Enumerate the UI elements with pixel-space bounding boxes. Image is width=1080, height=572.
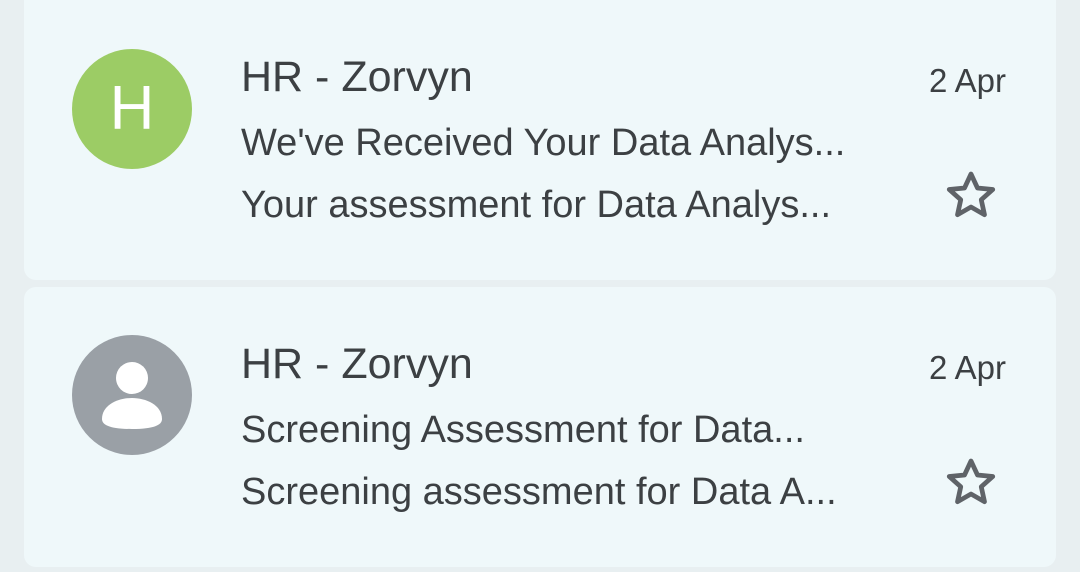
sender-avatar[interactable]: H	[72, 49, 192, 169]
email-item[interactable]: HR - Zorvyn 2 Apr Screening Assessment f…	[24, 287, 1056, 567]
star-outline-icon[interactable]	[941, 166, 1001, 226]
email-snippet: Screening assessment for Data A...	[241, 471, 837, 513]
email-snippet: Your assessment for Data Analys...	[241, 184, 832, 226]
person-icon	[102, 362, 162, 429]
email-date: 2 Apr	[928, 349, 1006, 386]
avatar-letter: H	[109, 74, 155, 143]
email-subject: Screening Assessment for Data...	[241, 409, 805, 451]
email-item[interactable]: H HR - Zorvyn 2 Apr We've Received Your …	[24, 0, 1056, 280]
email-sender: HR - Zorvyn	[241, 340, 473, 388]
email-date: 2 Apr	[928, 62, 1006, 99]
star-outline-icon[interactable]	[941, 453, 1001, 513]
email-sender: HR - Zorvyn	[241, 53, 473, 101]
email-subject: We've Received Your Data Analys...	[241, 122, 846, 164]
sender-avatar[interactable]	[72, 335, 192, 455]
email-list: H HR - Zorvyn 2 Apr We've Received Your …	[0, 0, 1080, 572]
